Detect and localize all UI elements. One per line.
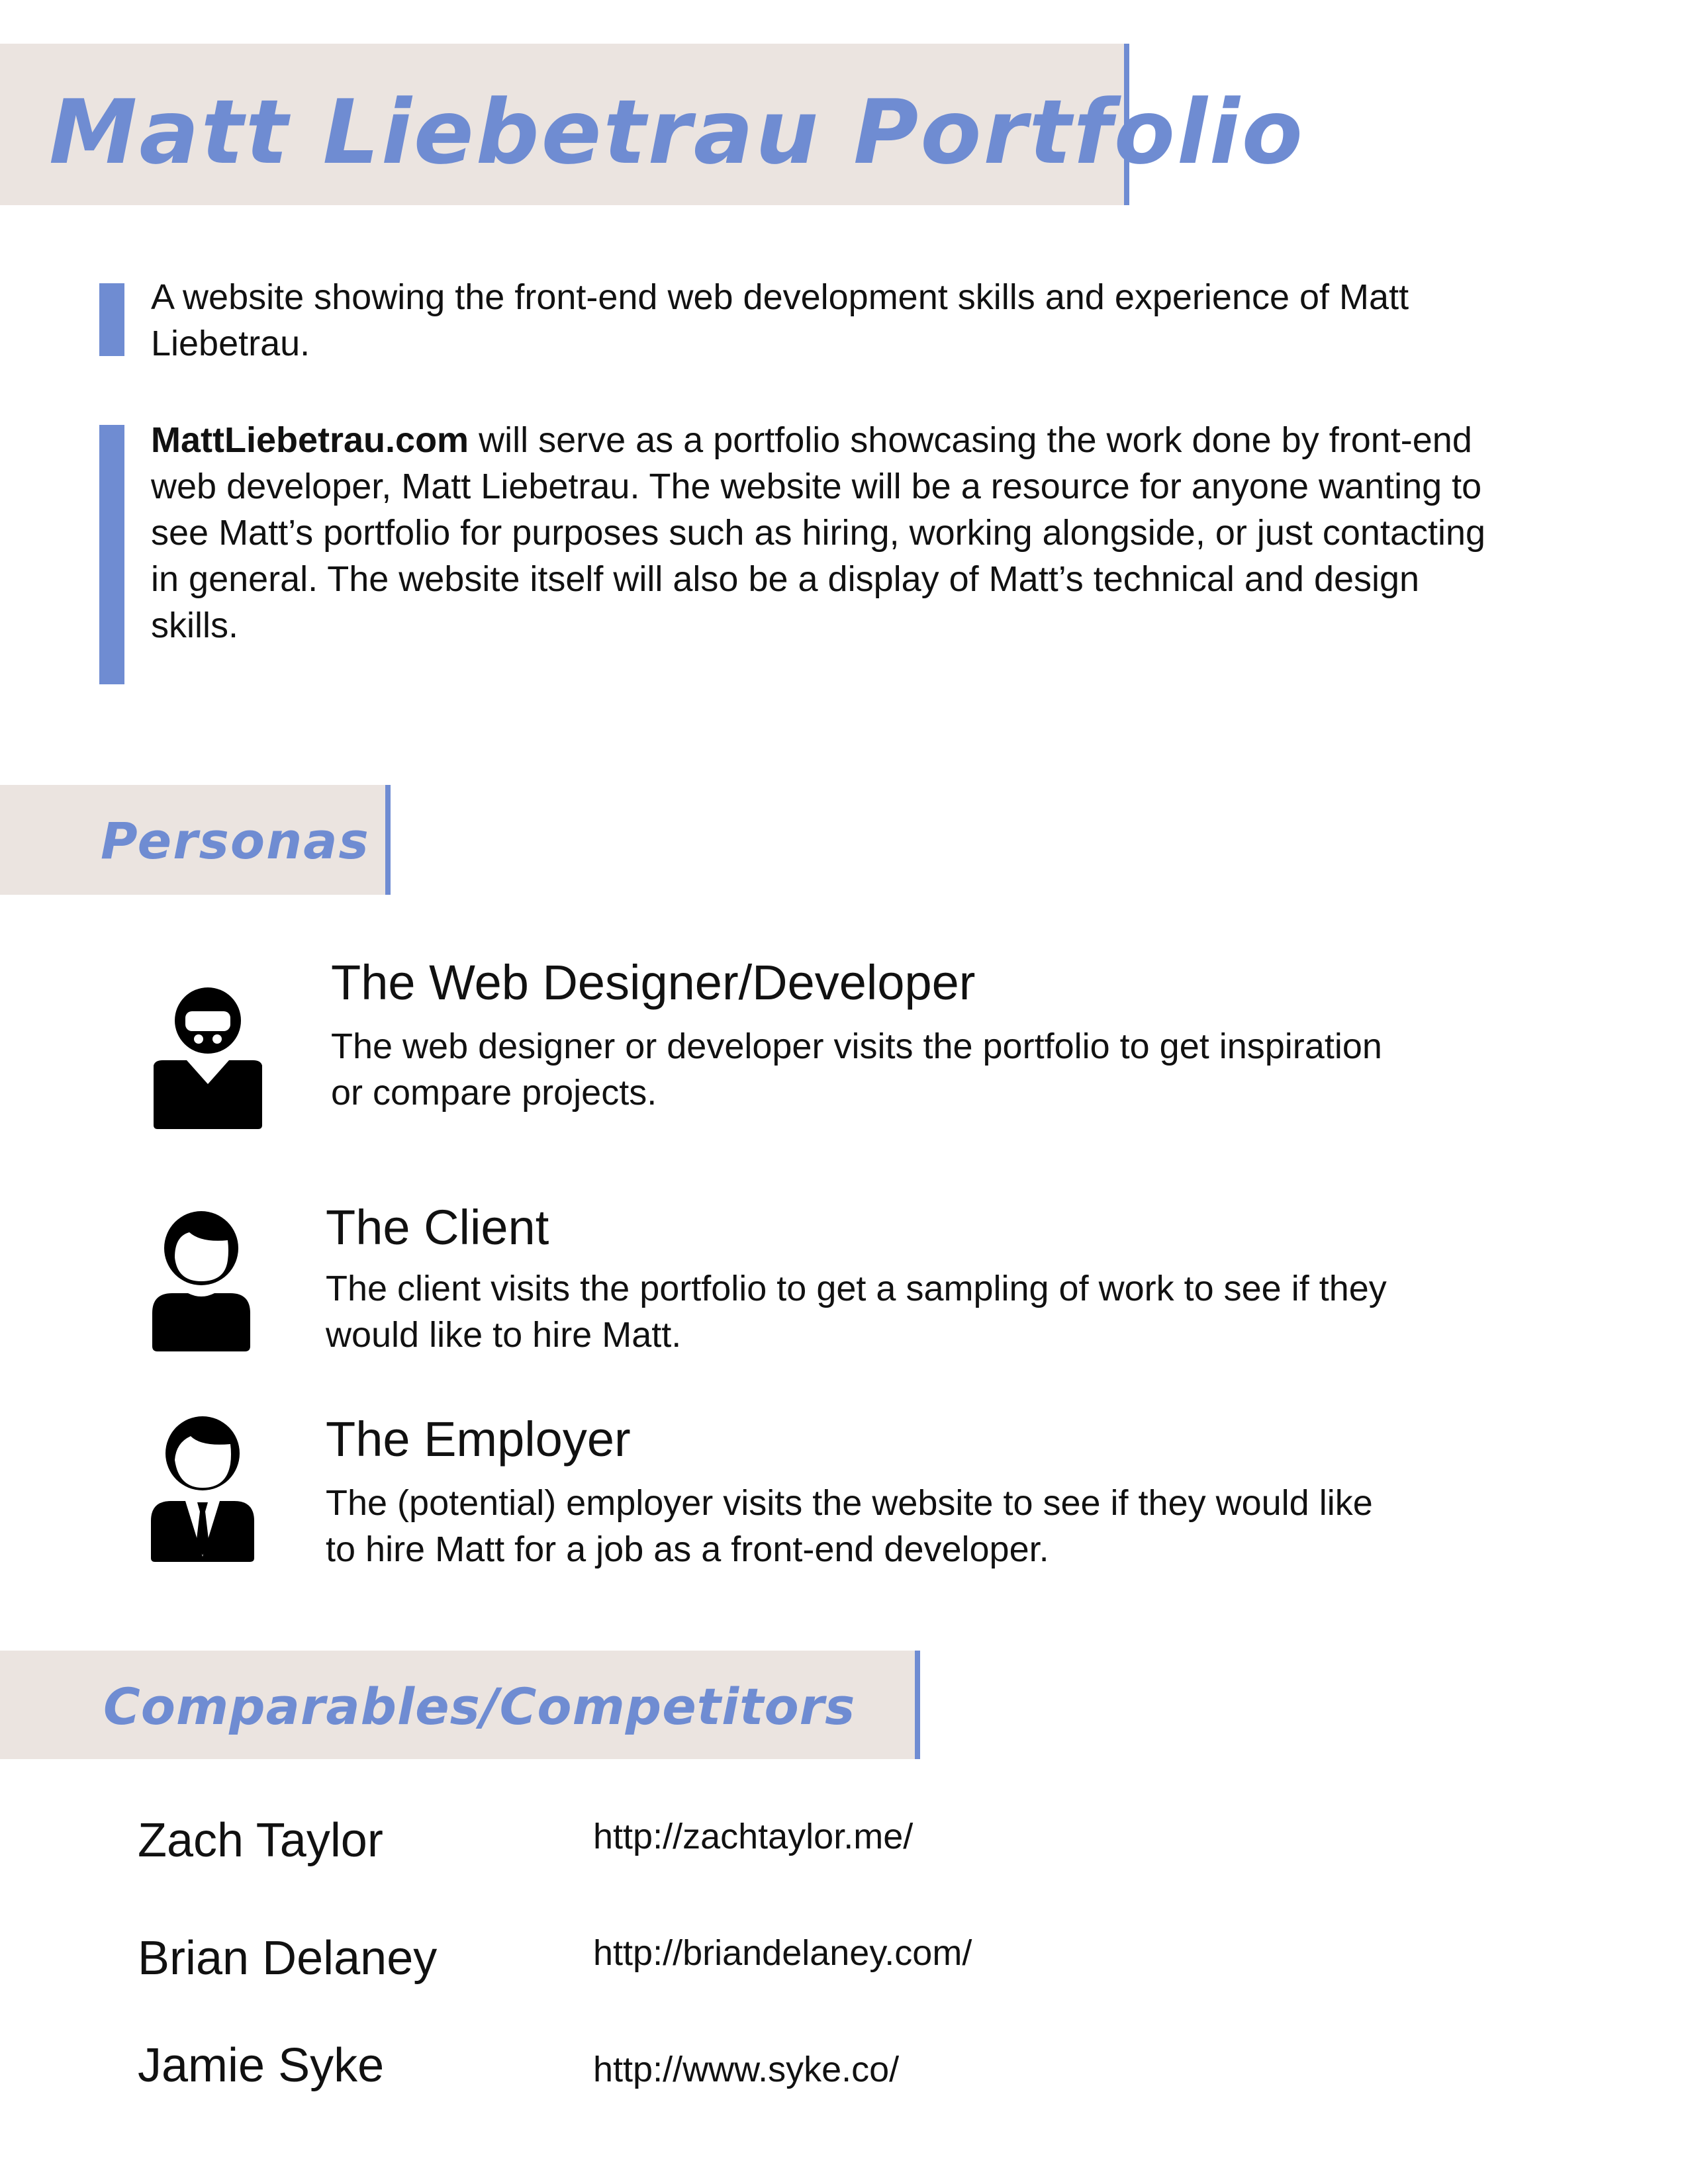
personas-heading: Personas — [101, 811, 370, 870]
page-title: Matt Liebetrau Portfolio — [49, 81, 1305, 184]
persona-description: The (potential) employer visits the webs… — [326, 1483, 1373, 1569]
site-name: MattLiebetrau.com — [151, 420, 469, 460]
persona-name: The Client — [326, 1200, 549, 1255]
personas-banner: Personas — [0, 785, 391, 895]
competitor-name: Jamie Syke — [138, 2039, 385, 2092]
person-icon — [152, 1211, 250, 1351]
competitor-url[interactable]: http://zachtaylor.me/ — [593, 1815, 913, 1858]
persona-name: The Employer — [326, 1412, 631, 1467]
intro-accent-bar — [99, 283, 124, 356]
persona-description: The client visits the portfolio to get a… — [326, 1269, 1387, 1355]
persona-description: The web designer or developer visits the… — [331, 1026, 1382, 1113]
persona-name: The Web Designer/Developer — [331, 955, 976, 1010]
businessman-icon — [151, 1416, 254, 1562]
description-accent-bar — [99, 425, 124, 684]
competitor-name: Brian Delaney — [138, 1932, 438, 1985]
competitor-url[interactable]: http://briandelaney.com/ — [593, 1931, 972, 1975]
comparables-banner: Comparables/Competitors — [0, 1651, 920, 1759]
title-banner: Matt Liebetrau Portfolio — [0, 44, 1303, 205]
comparables-heading: Comparables/Competitors — [103, 1677, 856, 1736]
intro-summary: A website showing the front-end web deve… — [151, 277, 1409, 363]
intro-description: MattLiebetrau.com will serve as a portfo… — [151, 417, 1488, 649]
competitor-url[interactable]: http://www.syke.co/ — [593, 2048, 899, 2091]
bearded-person-icon — [154, 987, 262, 1129]
competitor-name: Zach Taylor — [138, 1814, 383, 1867]
